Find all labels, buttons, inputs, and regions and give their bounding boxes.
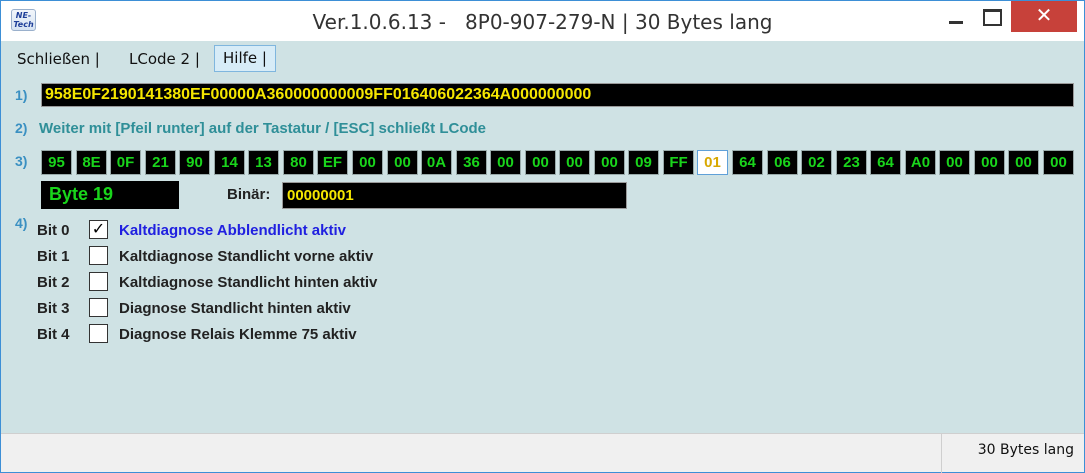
title-bar[interactable]: NE-Tech Ver.1.0.6.13 - 8P0-907-279-N | 3… — [1, 1, 1084, 41]
byte-cell[interactable]: 06 — [767, 150, 798, 175]
bit-description: Diagnose Relais Klemme 75 aktiv — [119, 326, 357, 343]
instruction-text: Weiter mit [Pfeil runter] auf der Tastat… — [39, 120, 487, 137]
binar-value-field[interactable]: 00000001 — [282, 182, 627, 209]
byte-cell[interactable]: 00 — [387, 150, 418, 175]
byte-cell[interactable]: 90 — [179, 150, 210, 175]
byte-cell[interactable]: 00 — [352, 150, 383, 175]
byte-cell[interactable]: 01 — [697, 150, 728, 175]
row-label-3: 3) — [15, 153, 28, 169]
byte-cell[interactable]: 64 — [732, 150, 763, 175]
row-label-2: 2) — [15, 120, 28, 136]
byte-cell[interactable]: 64 — [870, 150, 901, 175]
byte-cell[interactable]: 14 — [214, 150, 245, 175]
byte-cell[interactable]: 00 — [490, 150, 521, 175]
bit-checkbox[interactable] — [89, 246, 108, 265]
byte-cell[interactable]: 0A — [421, 150, 452, 175]
close-icon: ✕ — [1035, 5, 1053, 27]
bit-checkbox[interactable] — [89, 272, 108, 291]
bit-name: Bit 3 — [37, 300, 70, 317]
byte-cell[interactable]: A0 — [905, 150, 936, 175]
bit-name: Bit 0 — [37, 222, 70, 239]
byte-cell[interactable]: 80 — [283, 150, 314, 175]
row-label-4: 4) — [15, 215, 28, 231]
byte-cell[interactable]: 13 — [248, 150, 279, 175]
bit-name: Bit 4 — [37, 326, 70, 343]
byte-cell[interactable]: 02 — [801, 150, 832, 175]
menu-item-hilfe[interactable]: Hilfe | — [214, 45, 276, 72]
byte-cell[interactable]: 00 — [1043, 150, 1074, 175]
bit-checkbox[interactable] — [89, 324, 108, 343]
status-text: 30 Bytes lang — [977, 442, 1074, 458]
status-separator — [941, 434, 942, 473]
selected-byte-label: Byte 19 — [41, 181, 179, 209]
bit-description: Kaltdiagnose Standlicht hinten aktiv — [119, 274, 378, 291]
byte-cell[interactable]: 00 — [974, 150, 1005, 175]
status-bar: 30 Bytes lang — [1, 433, 1084, 473]
row-label-1: 1) — [15, 87, 28, 103]
window-title: Ver.1.0.6.13 - 8P0-907-279-N | 30 Bytes … — [312, 10, 773, 34]
menu-item-lcode2[interactable]: LCode 2 | — [129, 45, 200, 73]
bit-description: Kaltdiagnose Abblendlicht aktiv — [119, 222, 346, 239]
bit-description: Diagnose Standlicht hinten aktiv — [119, 300, 351, 317]
byte-cell[interactable]: FF — [663, 150, 694, 175]
byte-cell[interactable]: 21 — [145, 150, 176, 175]
byte-cell[interactable]: 00 — [525, 150, 556, 175]
byte-cell[interactable]: 95 — [41, 150, 72, 175]
byte-cell[interactable]: 09 — [628, 150, 659, 175]
app-window: NE-Tech Ver.1.0.6.13 - 8P0-907-279-N | 3… — [0, 0, 1085, 473]
byte-cell[interactable]: 8E — [76, 150, 107, 175]
binar-label: Binär: — [227, 186, 271, 203]
byte-cell[interactable]: 23 — [836, 150, 867, 175]
hex-string-field[interactable]: 958E0F2190141380EF00000A360000000009FF01… — [41, 83, 1074, 107]
byte-cell[interactable]: 00 — [594, 150, 625, 175]
minimize-button[interactable] — [935, 1, 981, 31]
maximize-button[interactable] — [978, 1, 1008, 31]
byte-cell[interactable]: EF — [317, 150, 348, 175]
bit-name: Bit 1 — [37, 248, 70, 265]
bit-checkbox[interactable] — [89, 298, 108, 317]
byte-cell[interactable]: 00 — [1008, 150, 1039, 175]
menu-item-schliessen[interactable]: Schließen | — [17, 45, 100, 73]
bit-name: Bit 2 — [37, 274, 70, 291]
close-button[interactable]: ✕ — [1011, 1, 1077, 32]
byte-cell[interactable]: 36 — [456, 150, 487, 175]
byte-cell[interactable]: 00 — [559, 150, 590, 175]
bit-description: Kaltdiagnose Standlicht vorne aktiv — [119, 248, 374, 265]
byte-cell[interactable]: 0F — [110, 150, 141, 175]
byte-cell[interactable]: 00 — [939, 150, 970, 175]
bit-checkbox[interactable]: ✓ — [89, 220, 108, 239]
